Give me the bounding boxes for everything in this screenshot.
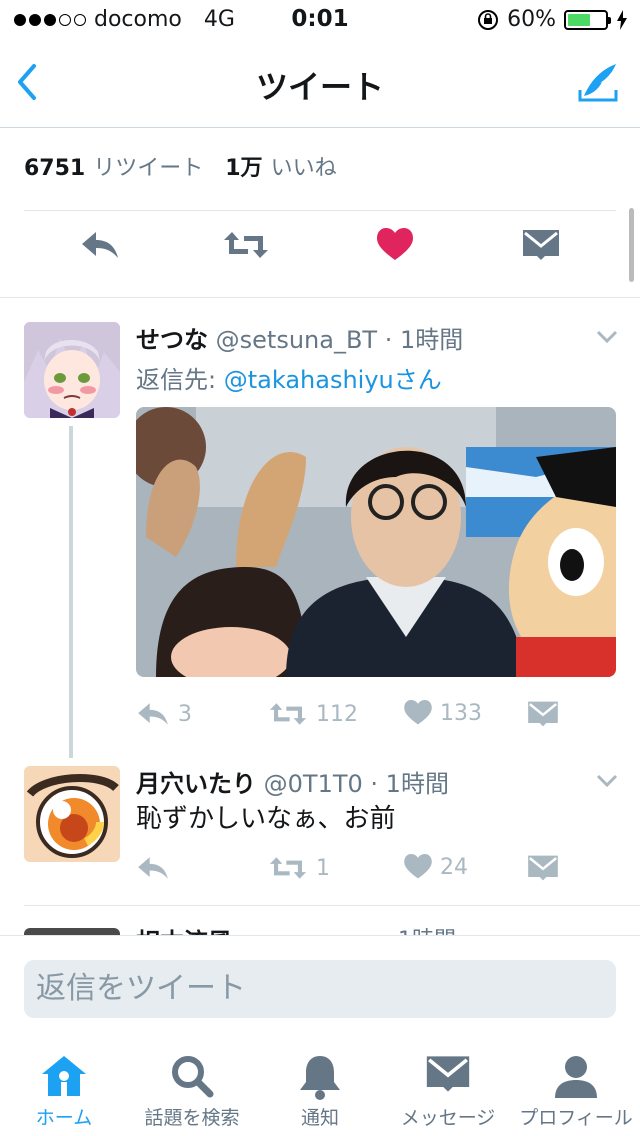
reply-context: 返信先: @takahashiyuさん — [136, 360, 442, 395]
bell-icon — [300, 1056, 340, 1100]
heart-icon — [404, 854, 432, 879]
reply-icon — [138, 857, 168, 879]
tab-notifications[interactable]: 通知 — [256, 1040, 384, 1136]
retweet-icon — [269, 857, 307, 879]
tweet-header: せつな @setsuna_BT · 1時間 — [136, 320, 463, 355]
like-button[interactable]: 24 — [404, 854, 468, 880]
mail-icon — [426, 1056, 470, 1092]
like-button[interactable] — [377, 228, 413, 262]
rotation-lock-icon — [478, 9, 499, 30]
mail-icon — [528, 855, 558, 881]
retweet-count[interactable]: 6751 — [24, 156, 85, 181]
retweet-label[interactable]: リツイート — [93, 150, 203, 182]
retweet-icon — [269, 703, 307, 725]
tweet-actions: 3 112 133 — [136, 700, 616, 734]
retweet-count: 1 — [316, 855, 330, 881]
reply-button[interactable] — [80, 228, 120, 262]
mail-icon — [528, 701, 558, 727]
home-icon — [42, 1056, 86, 1096]
reply-button[interactable] — [136, 854, 178, 882]
tweet-image[interactable] — [136, 407, 616, 677]
reply-input[interactable]: 返信をツイート — [24, 960, 616, 1018]
tweet-time: · 1時間 — [384, 326, 464, 354]
divider — [24, 905, 640, 906]
heart-icon — [404, 700, 432, 725]
main-tweet-actions — [0, 228, 640, 280]
search-icon — [172, 1056, 214, 1098]
user-handle[interactable]: @setsuna_BT — [216, 326, 377, 354]
thread-line — [69, 426, 73, 758]
tweet-stats: 6751 リツイート 1万 いいね — [24, 150, 351, 182]
tab-label: メッセージ — [400, 1107, 496, 1129]
tab-messages[interactable]: メッセージ — [384, 1040, 512, 1136]
status-bar: docomo 4G 0:01 60% — [0, 0, 640, 40]
chevron-down-icon[interactable] — [596, 774, 618, 788]
reply-count: 3 — [178, 701, 192, 727]
retweet-button[interactable]: 1 — [268, 854, 330, 882]
reply-composer: 返信をツイート — [0, 935, 640, 1039]
tweet-text: 恥ずかしいなぁ、お前 — [136, 804, 396, 834]
tab-profile[interactable]: プロフィール — [512, 1040, 640, 1136]
avatar[interactable] — [24, 322, 120, 418]
display-name[interactable]: 月穴いたり — [136, 770, 256, 798]
divider — [0, 297, 640, 298]
retweet-count: 112 — [316, 701, 358, 727]
reply-to-link[interactable]: @takahashiyuさん — [224, 366, 442, 394]
like-count[interactable]: 1万 — [225, 150, 262, 182]
display-name[interactable]: せつな — [136, 326, 208, 354]
compose-tweet-button[interactable] — [576, 60, 620, 104]
battery-icon — [564, 9, 611, 30]
tweet-header: 月穴いたり @0T1T0 · 1時間 — [136, 764, 449, 799]
tweet-time: · 1時間 — [370, 770, 449, 798]
reply-icon — [138, 703, 168, 725]
tab-bar: ホーム 話題を検索 通知 メッセージ プロフィール — [0, 1040, 640, 1136]
tab-label: プロフィール — [519, 1107, 633, 1129]
direct-message-button[interactable] — [528, 700, 558, 728]
page-title: ツイート — [255, 68, 384, 106]
like-button[interactable]: 133 — [404, 700, 482, 726]
tweet-actions: 1 24 — [136, 854, 616, 888]
tab-home[interactable]: ホーム — [0, 1040, 128, 1136]
scrollbar[interactable] — [629, 208, 634, 282]
person-icon — [555, 1056, 597, 1098]
retweet-button[interactable] — [222, 228, 270, 262]
tab-search[interactable]: 話題を検索 — [128, 1040, 256, 1136]
direct-message-button[interactable] — [523, 228, 559, 262]
battery-percent: 60% — [507, 7, 556, 32]
reply-button[interactable]: 3 — [136, 700, 192, 728]
retweet-button[interactable]: 112 — [268, 700, 358, 728]
like-label[interactable]: いいね — [271, 150, 337, 182]
like-count: 133 — [440, 700, 482, 726]
direct-message-button[interactable] — [528, 854, 558, 882]
chevron-down-icon[interactable] — [596, 330, 618, 344]
reply-prefix: 返信先: — [136, 366, 217, 394]
like-count: 24 — [440, 854, 468, 880]
tab-label: 通知 — [300, 1107, 339, 1129]
charging-icon — [617, 9, 627, 30]
divider — [24, 210, 616, 211]
user-handle[interactable]: @0T1T0 — [264, 770, 363, 798]
nav-bar: ツイート — [0, 40, 640, 128]
avatar[interactable] — [24, 766, 120, 862]
tab-label: 話題を検索 — [144, 1107, 240, 1129]
